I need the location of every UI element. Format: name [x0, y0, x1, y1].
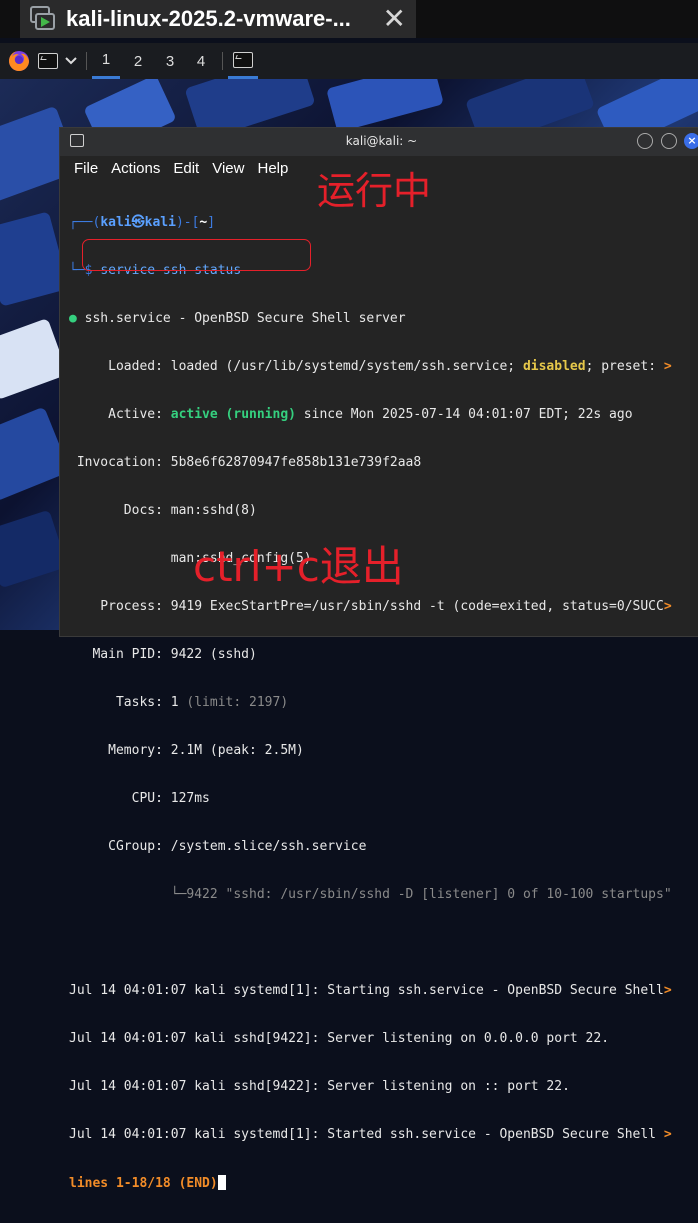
text-cursor: [217, 1175, 226, 1190]
loaded-rest: ; preset:: [585, 359, 664, 374]
truncation-marker: >: [663, 983, 672, 998]
cgroup-child-line: └─9422 "sshd: /usr/sbin/sshd -D [listene…: [69, 887, 672, 902]
invocation-line: Invocation: 5b8e6f62870947fe858b131e739f…: [69, 455, 422, 470]
close-icon[interactable]: ✕: [383, 3, 406, 35]
prompt-user: kali㉿kali: [100, 215, 176, 230]
log-line-1: Jul 14 04:01:07 kali systemd[1]: Startin…: [69, 983, 698, 999]
panel-divider: [86, 52, 87, 70]
active-line: Active: active (running) since Mon 2025-…: [69, 407, 698, 423]
log-text-1: Jul 14 04:01:07 kali systemd[1]: Startin…: [69, 983, 664, 998]
taskbar-terminal-button[interactable]: [228, 43, 258, 79]
memory-line: Memory: 2.1M (peak: 2.5M): [69, 743, 304, 758]
pager-status-line: lines 1-18/18 (END): [69, 1175, 698, 1191]
menu-help[interactable]: Help: [257, 160, 288, 177]
process-text: Process: 9419 ExecStartPre=/usr/sbin/ssh…: [69, 599, 664, 614]
firefox-icon[interactable]: [6, 43, 32, 79]
truncation-marker: >: [663, 1127, 672, 1142]
menu-file[interactable]: File: [74, 160, 98, 177]
active-status: active (running): [170, 407, 296, 422]
close-button[interactable]: ×: [684, 133, 698, 149]
process-line: Process: 9419 ExecStartPre=/usr/sbin/ssh…: [69, 599, 698, 615]
loaded-label: Loaded:: [69, 359, 171, 374]
log-text-4: Jul 14 04:01:07 kali systemd[1]: Started…: [69, 1127, 664, 1142]
chevron-down-icon[interactable]: [62, 43, 80, 79]
menu-actions[interactable]: Actions: [111, 160, 160, 177]
annotation-running: 运行中: [317, 169, 432, 213]
menu-edit[interactable]: Edit: [173, 160, 199, 177]
main-pid-line: Main PID: 9422 (sshd): [69, 647, 257, 662]
loaded-disabled: disabled: [522, 359, 586, 374]
log-line-2: Jul 14 04:01:07 kali sshd[9422]: Server …: [69, 1031, 610, 1046]
vm-tab[interactable]: kali-linux-2025.2-vmware-... ✕: [20, 0, 416, 38]
loaded-value: loaded (/usr/lib/systemd/system/ssh.serv…: [170, 359, 523, 374]
log-line-4: Jul 14 04:01:07 kali systemd[1]: Started…: [69, 1127, 698, 1143]
docs-line-1: Docs: man:sshd(8): [69, 503, 257, 518]
vmware-tab-bar: kali-linux-2025.2-vmware-... ✕: [0, 0, 698, 38]
active-status-highlight-box: [82, 239, 311, 271]
menu-view[interactable]: View: [212, 160, 244, 177]
cgroup-line: CGroup: /system.slice/ssh.service: [69, 839, 367, 854]
panel-divider: [222, 52, 223, 70]
loaded-line: Loaded: loaded (/usr/lib/systemd/system/…: [69, 359, 698, 375]
workspace-3[interactable]: 3: [156, 43, 184, 79]
tasks-limit: (limit: 2197): [186, 695, 289, 710]
maximize-button[interactable]: [661, 133, 677, 149]
tasks-line: Tasks: 1 (limit: 2197): [69, 695, 698, 711]
prompt-open: ┌──(: [69, 215, 101, 230]
unit-header: ● ssh.service - OpenBSD Secure Shell ser…: [69, 311, 406, 326]
annotation-exit-hint: ctrl+c退出: [193, 542, 404, 591]
prompt-close: ]: [207, 215, 216, 230]
workspace-4[interactable]: 4: [187, 43, 215, 79]
workspace-2[interactable]: 2: [124, 43, 152, 79]
pager-status: lines 1-18/18 (END): [69, 1176, 218, 1191]
vm-tab-title: kali-linux-2025.2-vmware-...: [66, 6, 351, 31]
terminal-titlebar[interactable]: kali@kali: ~ ×: [60, 128, 698, 156]
vmware-vm-icon: [30, 6, 56, 32]
terminal-icon[interactable]: [36, 43, 60, 79]
active-label: Active:: [69, 407, 171, 422]
minimize-button[interactable]: [637, 133, 653, 149]
prompt-line: ┌──(kali㉿kali)-[~]: [69, 215, 698, 231]
truncation-marker: >: [663, 359, 672, 374]
cpu-line: CPU: 127ms: [69, 791, 210, 806]
log-line-3: Jul 14 04:01:07 kali sshd[9422]: Server …: [69, 1079, 570, 1094]
truncation-marker: >: [663, 599, 672, 614]
tasks-label: Tasks: 1: [69, 695, 187, 710]
prompt-mid: )-[: [175, 215, 200, 230]
active-rest: since Mon 2025-07-14 04:01:07 EDT; 22s a…: [295, 407, 633, 422]
workspace-1[interactable]: 1: [92, 43, 120, 79]
kali-top-panel: 1 2 3 4: [0, 43, 698, 79]
terminal-title: kali@kali: ~: [345, 134, 418, 148]
unit-header-text: ssh.service - OpenBSD Secure Shell serve…: [76, 311, 406, 326]
